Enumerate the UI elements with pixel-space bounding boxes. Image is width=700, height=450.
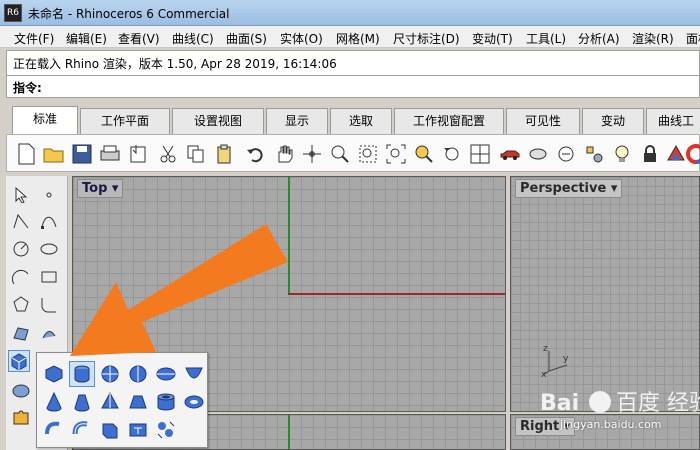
tab-viewport-layout[interactable]: 工作视窗配置 bbox=[394, 108, 504, 134]
watermark-url: jingyan.baidu.com bbox=[560, 418, 662, 431]
tab-transform[interactable]: 变动 bbox=[582, 108, 644, 134]
tube-icon[interactable] bbox=[153, 389, 179, 415]
tab-standard[interactable]: 标准 bbox=[12, 106, 78, 134]
mesh-sphere-icon[interactable] bbox=[10, 380, 32, 402]
polygon-icon[interactable] bbox=[10, 294, 32, 316]
rectangle-icon[interactable] bbox=[38, 266, 60, 288]
rhino-app-icon[interactable]: R6 bbox=[4, 4, 22, 22]
viewport-title-top[interactable]: Top ▾ bbox=[77, 179, 124, 198]
tab-cplanes[interactable]: 工作平面 bbox=[80, 108, 170, 134]
pyramid-icon[interactable] bbox=[97, 389, 123, 415]
color-wheel-icon[interactable] bbox=[683, 141, 700, 167]
text-object-icon[interactable] bbox=[125, 417, 151, 443]
menu-mesh[interactable]: 网格(M) bbox=[336, 30, 380, 47]
circle-icon[interactable] bbox=[10, 238, 32, 260]
copy-icon[interactable] bbox=[183, 141, 209, 167]
menu-tools[interactable]: 工具(L) bbox=[526, 30, 566, 47]
cone-icon[interactable] bbox=[41, 389, 67, 415]
cut-icon[interactable] bbox=[155, 141, 181, 167]
fillet-curves-icon[interactable] bbox=[38, 294, 60, 316]
y-axis-line bbox=[288, 177, 290, 295]
print-icon[interactable] bbox=[97, 141, 123, 167]
menu-surface[interactable]: 曲面(S) bbox=[226, 30, 267, 47]
viewport-title-perspective[interactable]: Perspective ▾ bbox=[515, 179, 623, 198]
torus-icon[interactable] bbox=[181, 389, 207, 415]
menu-curve[interactable]: 曲线(C) bbox=[172, 30, 214, 47]
menu-edit[interactable]: 编辑(E) bbox=[66, 30, 107, 47]
menu-solid[interactable]: 实体(O) bbox=[280, 30, 323, 47]
thick-pipe-icon[interactable] bbox=[69, 417, 95, 443]
four-viewports-icon[interactable] bbox=[467, 141, 493, 167]
z-axis-line bbox=[288, 415, 290, 449]
solid-box-icon[interactable] bbox=[41, 361, 67, 387]
tab-display[interactable]: 显示 bbox=[266, 108, 328, 134]
menu-dimension[interactable]: 尺寸标注(D) bbox=[393, 30, 460, 47]
solid-box-icon[interactable] bbox=[8, 350, 30, 372]
solid-tools-icon[interactable] bbox=[153, 417, 179, 443]
svg-text:z: z bbox=[543, 344, 548, 354]
curve-control-points-icon[interactable] bbox=[38, 210, 60, 232]
sphere-icon[interactable] bbox=[97, 361, 123, 387]
standard-toolbar bbox=[6, 134, 700, 172]
menu-file[interactable]: 文件(F) bbox=[14, 30, 54, 47]
polyline-icon[interactable] bbox=[10, 210, 32, 232]
paraboloid-icon[interactable] bbox=[181, 361, 207, 387]
select-arrow-icon[interactable] bbox=[10, 184, 32, 206]
point-icon[interactable] bbox=[38, 184, 60, 206]
solid-flyout-palette bbox=[36, 352, 208, 448]
tab-curve-tools[interactable]: 曲线工 bbox=[646, 108, 700, 134]
sphere-center-icon[interactable] bbox=[125, 361, 151, 387]
surface-from-points-icon[interactable] bbox=[10, 322, 32, 344]
arc-icon[interactable] bbox=[10, 266, 32, 288]
undo-icon[interactable] bbox=[243, 141, 269, 167]
rotate-view-icon[interactable] bbox=[299, 141, 325, 167]
cylinder-icon[interactable] bbox=[69, 361, 95, 387]
window-title: 未命名 - Rhinoceros 6 Commercial bbox=[28, 7, 230, 21]
extrude-surface-icon[interactable] bbox=[38, 322, 60, 344]
menu-view[interactable]: 查看(V) bbox=[118, 30, 160, 47]
truncated-pyramid-icon[interactable] bbox=[125, 389, 151, 415]
menu-panels[interactable]: 面板 bbox=[686, 30, 700, 47]
pan-hand-icon[interactable] bbox=[271, 141, 297, 167]
select-objects-icon[interactable] bbox=[581, 141, 607, 167]
svg-text:y: y bbox=[563, 354, 569, 364]
visibility-icon[interactable] bbox=[553, 141, 579, 167]
title-bar: R6 未命名 - Rhinoceros 6 Commercial bbox=[0, 0, 700, 26]
menu-render[interactable]: 渲染(R) bbox=[632, 30, 674, 47]
pipe-icon[interactable] bbox=[41, 417, 67, 443]
tab-visibility[interactable]: 可见性 bbox=[506, 108, 580, 134]
axis-triad-icon: z y x bbox=[541, 344, 569, 377]
toolbar-tabs: 标准 工作平面 设置视图 显示 选取 工作视窗配置 可见性 变动 曲线工 bbox=[6, 104, 700, 134]
ellipsoid-icon[interactable] bbox=[153, 361, 179, 387]
new-file-icon[interactable] bbox=[13, 141, 39, 167]
tab-set-view[interactable]: 设置视图 bbox=[172, 108, 264, 134]
light-bulb-icon[interactable] bbox=[609, 141, 635, 167]
command-prompt[interactable]: 指令: bbox=[6, 76, 700, 98]
zoom-selected-icon[interactable] bbox=[411, 141, 437, 167]
truncated-cone-icon[interactable] bbox=[69, 389, 95, 415]
menu-transform[interactable]: 变动(T) bbox=[472, 30, 513, 47]
ellipse-icon[interactable] bbox=[38, 238, 60, 260]
car-render-icon[interactable] bbox=[497, 141, 523, 167]
extrude-solid-icon[interactable] bbox=[97, 417, 123, 443]
open-folder-icon[interactable] bbox=[41, 141, 67, 167]
command-history: 正在载入 Rhino 渲染，版本 1.50, Apr 28 2019, 16:1… bbox=[6, 50, 700, 76]
save-icon[interactable] bbox=[69, 141, 95, 167]
lock-icon[interactable] bbox=[637, 141, 663, 167]
x-axis-line bbox=[288, 293, 505, 295]
menu-analyze[interactable]: 分析(A) bbox=[578, 30, 620, 47]
zoom-dynamic-icon[interactable] bbox=[327, 141, 353, 167]
shade-icon[interactable] bbox=[525, 141, 551, 167]
tab-select[interactable]: 选取 bbox=[330, 108, 392, 134]
puzzle-plugin-icon[interactable] bbox=[10, 406, 32, 428]
menu-bar: 文件(F) 编辑(E) 查看(V) 曲线(C) 曲面(S) 实体(O) 网格(M… bbox=[0, 26, 700, 48]
import-icon[interactable] bbox=[125, 141, 151, 167]
svg-text:百度 经验: 百度 经验 bbox=[616, 391, 700, 416]
zoom-window-icon[interactable] bbox=[355, 141, 381, 167]
svg-text:Bai: Bai bbox=[540, 391, 579, 416]
zoom-extents-icon[interactable] bbox=[383, 141, 409, 167]
undo-view-icon[interactable] bbox=[439, 141, 465, 167]
paste-icon[interactable] bbox=[211, 141, 237, 167]
